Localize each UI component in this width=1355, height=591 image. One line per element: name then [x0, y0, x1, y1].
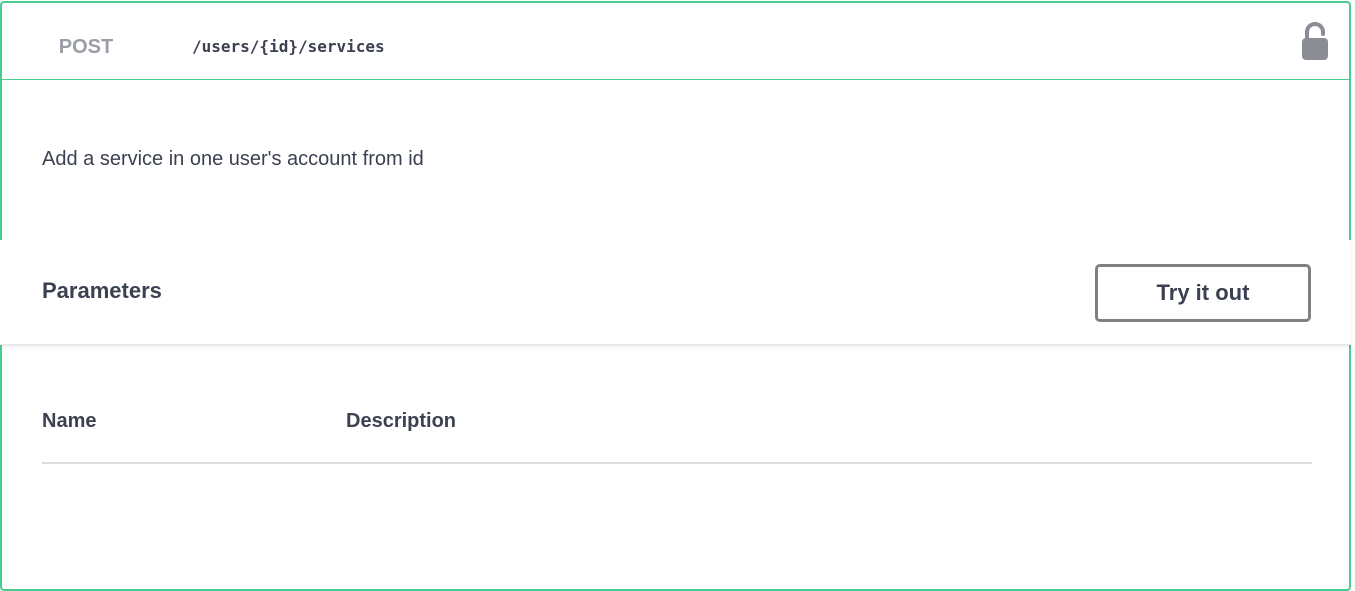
endpoint-path: /users/{id}/services [192, 37, 385, 56]
operation-summary[interactable]: POST /users/{id}/services [2, 3, 1349, 80]
try-it-out-button[interactable]: Try it out [1095, 264, 1311, 322]
http-method-badge: POST [58, 36, 114, 58]
parameters-title: Parameters [42, 278, 162, 303]
column-header-name: Name [42, 410, 97, 432]
operation-description: Add a service in one user's account from… [42, 148, 424, 170]
column-header-description: Description [346, 410, 457, 432]
operation-block: POST /users/{id}/services Add a service … [0, 1, 1351, 591]
lock-icon[interactable] [1301, 21, 1329, 63]
parameters-table-header: Name Description [42, 390, 1312, 464]
parameters-header: Parameters Try it out [0, 240, 1351, 345]
